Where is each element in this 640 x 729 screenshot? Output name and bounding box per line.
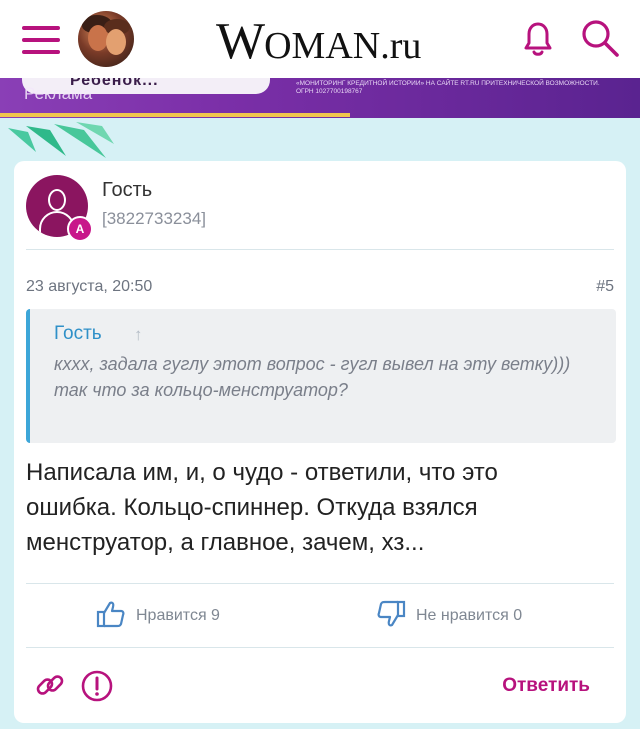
site-logo[interactable]: WOMAN.ru xyxy=(216,12,421,70)
divider xyxy=(26,647,614,648)
thumbs-down-icon xyxy=(377,600,406,627)
anonymous-badge: A xyxy=(67,216,93,242)
quote-author[interactable]: Гость xyxy=(54,323,102,345)
bell-icon[interactable] xyxy=(517,17,559,59)
divider xyxy=(26,583,614,584)
like-label: Нравится 9 xyxy=(136,607,220,624)
link-icon[interactable] xyxy=(34,669,66,701)
like-button[interactable]: Нравится 9 xyxy=(96,595,256,635)
ad-label: Реклама xyxy=(24,84,93,103)
thumbs-up-icon xyxy=(96,601,125,628)
post-body: Написала им, и, о чудо - ответили, что э… xyxy=(26,459,498,556)
dislike-button[interactable]: Не нравится 0 xyxy=(376,595,576,635)
ad-banner[interactable]: Ребенок... Реклама «Мониторинг кредитной… xyxy=(0,78,640,118)
quote-text: кххх, задала гуглу этот вопрос - гугл вы… xyxy=(54,351,574,403)
quoted-comment: Гость ↑ кххх, задала гуглу этот вопрос -… xyxy=(26,309,616,443)
quote-line: кххх, задала гуглу этот вопрос - гугл вы… xyxy=(54,354,571,374)
post-number[interactable]: #5 xyxy=(596,278,614,296)
profile-avatar[interactable] xyxy=(78,11,134,67)
author-id: [3822733234] xyxy=(102,209,206,228)
quote-line: так что за кольцо-менструатор? xyxy=(54,380,348,400)
arrow-up-icon[interactable]: ↑ xyxy=(134,325,143,345)
report-icon[interactable] xyxy=(80,669,114,703)
divider xyxy=(26,249,614,250)
author-name[interactable]: Гость xyxy=(102,179,152,202)
ad-underline xyxy=(0,113,350,117)
search-icon[interactable] xyxy=(578,16,622,60)
comment-card: A Гость [3822733234] 23 августа, 20:50 #… xyxy=(14,161,626,723)
site-header: WOMAN.ru xyxy=(0,0,640,78)
ad-fine-print: «Мониторинг кредитной истории» на сайте … xyxy=(296,80,600,95)
post-date: 23 августа, 20:50 xyxy=(26,278,153,295)
dislike-label: Не нравится 0 xyxy=(416,607,523,624)
reply-button[interactable]: Ответить xyxy=(502,675,590,697)
menu-icon[interactable] xyxy=(22,25,60,55)
